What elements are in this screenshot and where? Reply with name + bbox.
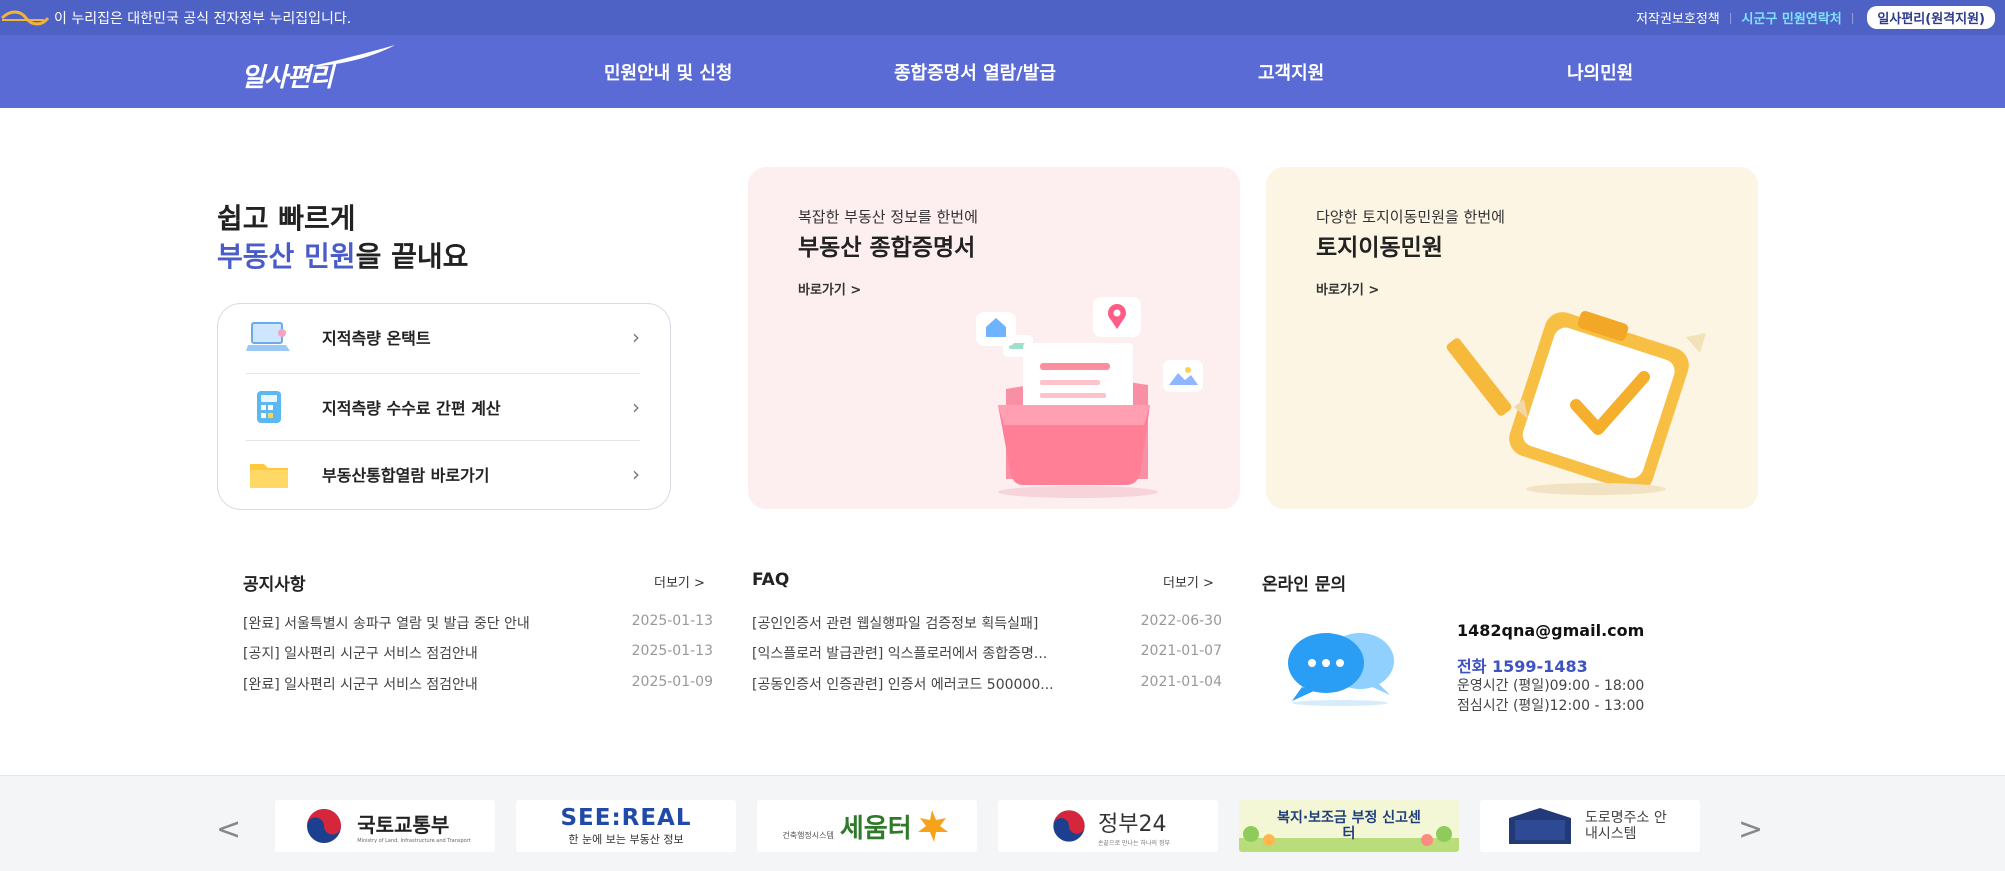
banner-welfare-report[interactable]: 복지·보조금 부정 신고센터 (1239, 800, 1459, 852)
faq-question: [공인인증서 관련 웹실행파일 검증정보 획득실패] (752, 616, 1039, 632)
quick-link-fee-calc[interactable]: 지적측량 수수료 간편 계산 › (246, 375, 640, 439)
gov-notice-text: 이 누리집은 대한민국 공식 전자정부 누리집입니다. (54, 10, 352, 27)
card-title: 토지이동민원 (1316, 235, 1443, 261)
notice-date: 2025-01-09 (631, 674, 713, 690)
swoosh-icon (307, 45, 395, 67)
hero-line2: 부동산 민원을 끝내요 (217, 238, 468, 276)
inquiry-hours-lunch: 점심시간 (평일)12:00 - 13:00 (1457, 698, 1645, 714)
faq-row[interactable]: [공동인증서 인증관련] 인증서 에러코드 500000... 2021-01-… (752, 674, 1222, 694)
banner-road-address[interactable]: 도로명주소 안내시스템 (1480, 800, 1700, 852)
chevron-right-icon[interactable]: > (1738, 812, 1763, 847)
quick-link-label: 지적측량 온택트 (322, 329, 431, 348)
chevron-right-icon: › (632, 395, 640, 419)
hero-line1: 쉽고 빠르게 (217, 202, 356, 235)
gov-notice: 이 누리집은 대한민국 공식 전자정부 누리집입니다. (0, 0, 351, 35)
faq-more-link[interactable]: 더보기 > (1163, 572, 1214, 591)
faq-title: FAQ (752, 570, 790, 590)
chevron-right-icon: › (632, 462, 640, 486)
banner-seereal[interactable]: SEE:REAL 한 눈에 보는 부동산 정보 (516, 800, 736, 852)
divider (246, 440, 640, 441)
notice-date: 2025-01-13 (631, 613, 713, 629)
nav-civil-guide[interactable]: 민원안내 및 신청 (604, 59, 732, 85)
gov-links: 저작권보호정책 | 시군구 민원연락처 | 일사편리(원격지원) (1636, 0, 1995, 35)
road-address-logo-icon (1509, 808, 1571, 844)
remote-support-button[interactable]: 일사편리(원격지원) (1867, 6, 1995, 29)
nav-my-civil[interactable]: 나의민원 (1567, 59, 1633, 85)
inquiry-hours-operating: 운영시간 (평일)09:00 - 18:00 (1457, 678, 1645, 694)
quick-link-integrated-view[interactable]: 부동산통합열람 바로가기 › (246, 442, 640, 506)
card-real-estate-certificate[interactable]: 복잡한 부동산 정보를 한번에 부동산 종합증명서 바로가기 > (748, 167, 1240, 509)
card-go-link[interactable]: 바로가기 > (798, 279, 861, 298)
banner-sub: Ministry of Land, Infrastructure and Tra… (357, 837, 471, 844)
banner-title: 복지·보조금 부정 신고센터 (1277, 810, 1421, 842)
calculator-icon (246, 387, 292, 427)
local-contact-link[interactable]: 시군구 민원연락처 (1741, 8, 1841, 27)
notice-row[interactable]: [공지] 일사편리 시군구 서비스 점검안내 2025-01-13 (243, 643, 713, 663)
banner-title: 세움터 (839, 813, 912, 844)
maple-leaf-icon (917, 810, 948, 842)
hero-line2-rest: 을 끝내요 (355, 240, 469, 273)
brand-logo[interactable]: 일사편리 (237, 43, 395, 93)
banner-title: 도로명주소 안내시스템 (1585, 810, 1667, 842)
chat-bubbles-icon (1288, 633, 1394, 706)
banner-molit[interactable]: 국토교통부 Ministry of Land, Infrastructure a… (275, 800, 495, 852)
faq-question: [익스플로러 발급관련] 익스플로러에서 종합증명... (752, 646, 1048, 662)
chevron-left-icon[interactable]: < (216, 812, 241, 847)
nav-customer-support[interactable]: 고객지원 (1258, 59, 1324, 85)
notice-title: [완료] 일사편리 시군구 서비스 점검안내 (243, 677, 478, 693)
card-subtitle: 다양한 토지이동민원을 한번에 (1316, 208, 1505, 226)
card-title: 부동산 종합증명서 (798, 235, 976, 261)
quick-link-survey-ontact[interactable]: 지적측량 온택트 › (246, 305, 640, 369)
separator: | (1728, 11, 1733, 24)
notices-more-link[interactable]: 더보기 > (654, 572, 705, 591)
notice-date: 2025-01-13 (631, 643, 713, 659)
banner-gov24[interactable]: 정부24 손끝으로 만나는 하나의 정부 (998, 800, 1218, 852)
taegeuk-icon (1053, 810, 1085, 842)
inquiry-title: 온라인 문의 (1262, 575, 1347, 595)
banner-title: SEE:REAL (560, 805, 692, 831)
quick-link-label: 부동산통합열람 바로가기 (322, 466, 490, 485)
faq-date: 2022-06-30 (1140, 613, 1222, 629)
inquiry-phone[interactable]: 전화 1599-1483 (1457, 653, 1588, 677)
faq-row[interactable]: [공인인증서 관련 웹실행파일 검증정보 획득실패] 2022-06-30 (752, 613, 1222, 633)
quick-link-label: 지적측량 수수료 간편 계산 (322, 399, 501, 418)
card-land-movement[interactable]: 다양한 토지이동민원을 한번에 토지이동민원 바로가기 > (1266, 167, 1758, 509)
hero-accent: 부동산 민원 (217, 240, 356, 273)
hero-title: 쉽고 빠르게 부동산 민원을 끝내요 (217, 200, 468, 276)
inquiry-email[interactable]: 1482qna@gmail.com (1457, 621, 1644, 640)
banner-seumteo[interactable]: 건축행정시스템 세움터 (757, 800, 977, 852)
card-subtitle: 복잡한 부동산 정보를 한번에 (798, 208, 978, 226)
notice-title: [공지] 일사편리 시군구 서비스 점검안내 (243, 646, 478, 662)
card-go-link[interactable]: 바로가기 > (1316, 279, 1379, 298)
banner-sub: 손끝으로 만나는 하나의 정부 (1098, 839, 1170, 847)
notice-title: [완료] 서울특별시 송파구 열람 및 발급 중단 안내 (243, 616, 530, 632)
gov-banner: 이 누리집은 대한민국 공식 전자정부 누리집입니다. 저작권보호정책 | 시군… (0, 0, 2005, 35)
banner-sub: 한 눈에 보는 부동산 정보 (568, 833, 684, 846)
copyright-policy-link[interactable]: 저작권보호정책 (1636, 8, 1720, 27)
laptop-icon (246, 317, 292, 357)
banner-title: 국토교통부 (357, 812, 450, 837)
egov-logo-icon (0, 10, 50, 25)
faq-row[interactable]: [익스플로러 발급관련] 익스플로러에서 종합증명... 2021-01-07 (752, 643, 1222, 663)
faq-question: [공동인증서 인증관련] 인증서 에러코드 500000... (752, 677, 1054, 693)
folder-icon (246, 454, 292, 494)
taegeuk-icon (307, 809, 342, 843)
chevron-right-icon: › (632, 325, 640, 349)
main-header: 일사편리 민원안내 및 신청 종합증명서 열람/발급 고객지원 나의민원 (0, 35, 2005, 108)
banner-sub: 건축행정시스템 (782, 830, 834, 840)
notice-row[interactable]: [완료] 일사편리 시군구 서비스 점검안내 2025-01-09 (243, 674, 713, 694)
notice-row[interactable]: [완료] 서울특별시 송파구 열람 및 발급 중단 안내 2025-01-13 (243, 613, 713, 633)
notices-title: 공지사항 (243, 575, 306, 595)
nav-certificate[interactable]: 종합증명서 열람/발급 (894, 59, 1056, 85)
faq-date: 2021-01-04 (1140, 674, 1222, 690)
faq-date: 2021-01-07 (1140, 643, 1222, 659)
divider (246, 373, 640, 374)
quick-links-box: 지적측량 온택트 › 지적측량 수수료 간편 계산 › 부동산통합열람 바로가기… (217, 303, 671, 510)
banner-title: 정부24 (1098, 811, 1167, 837)
separator: | (1850, 11, 1855, 24)
